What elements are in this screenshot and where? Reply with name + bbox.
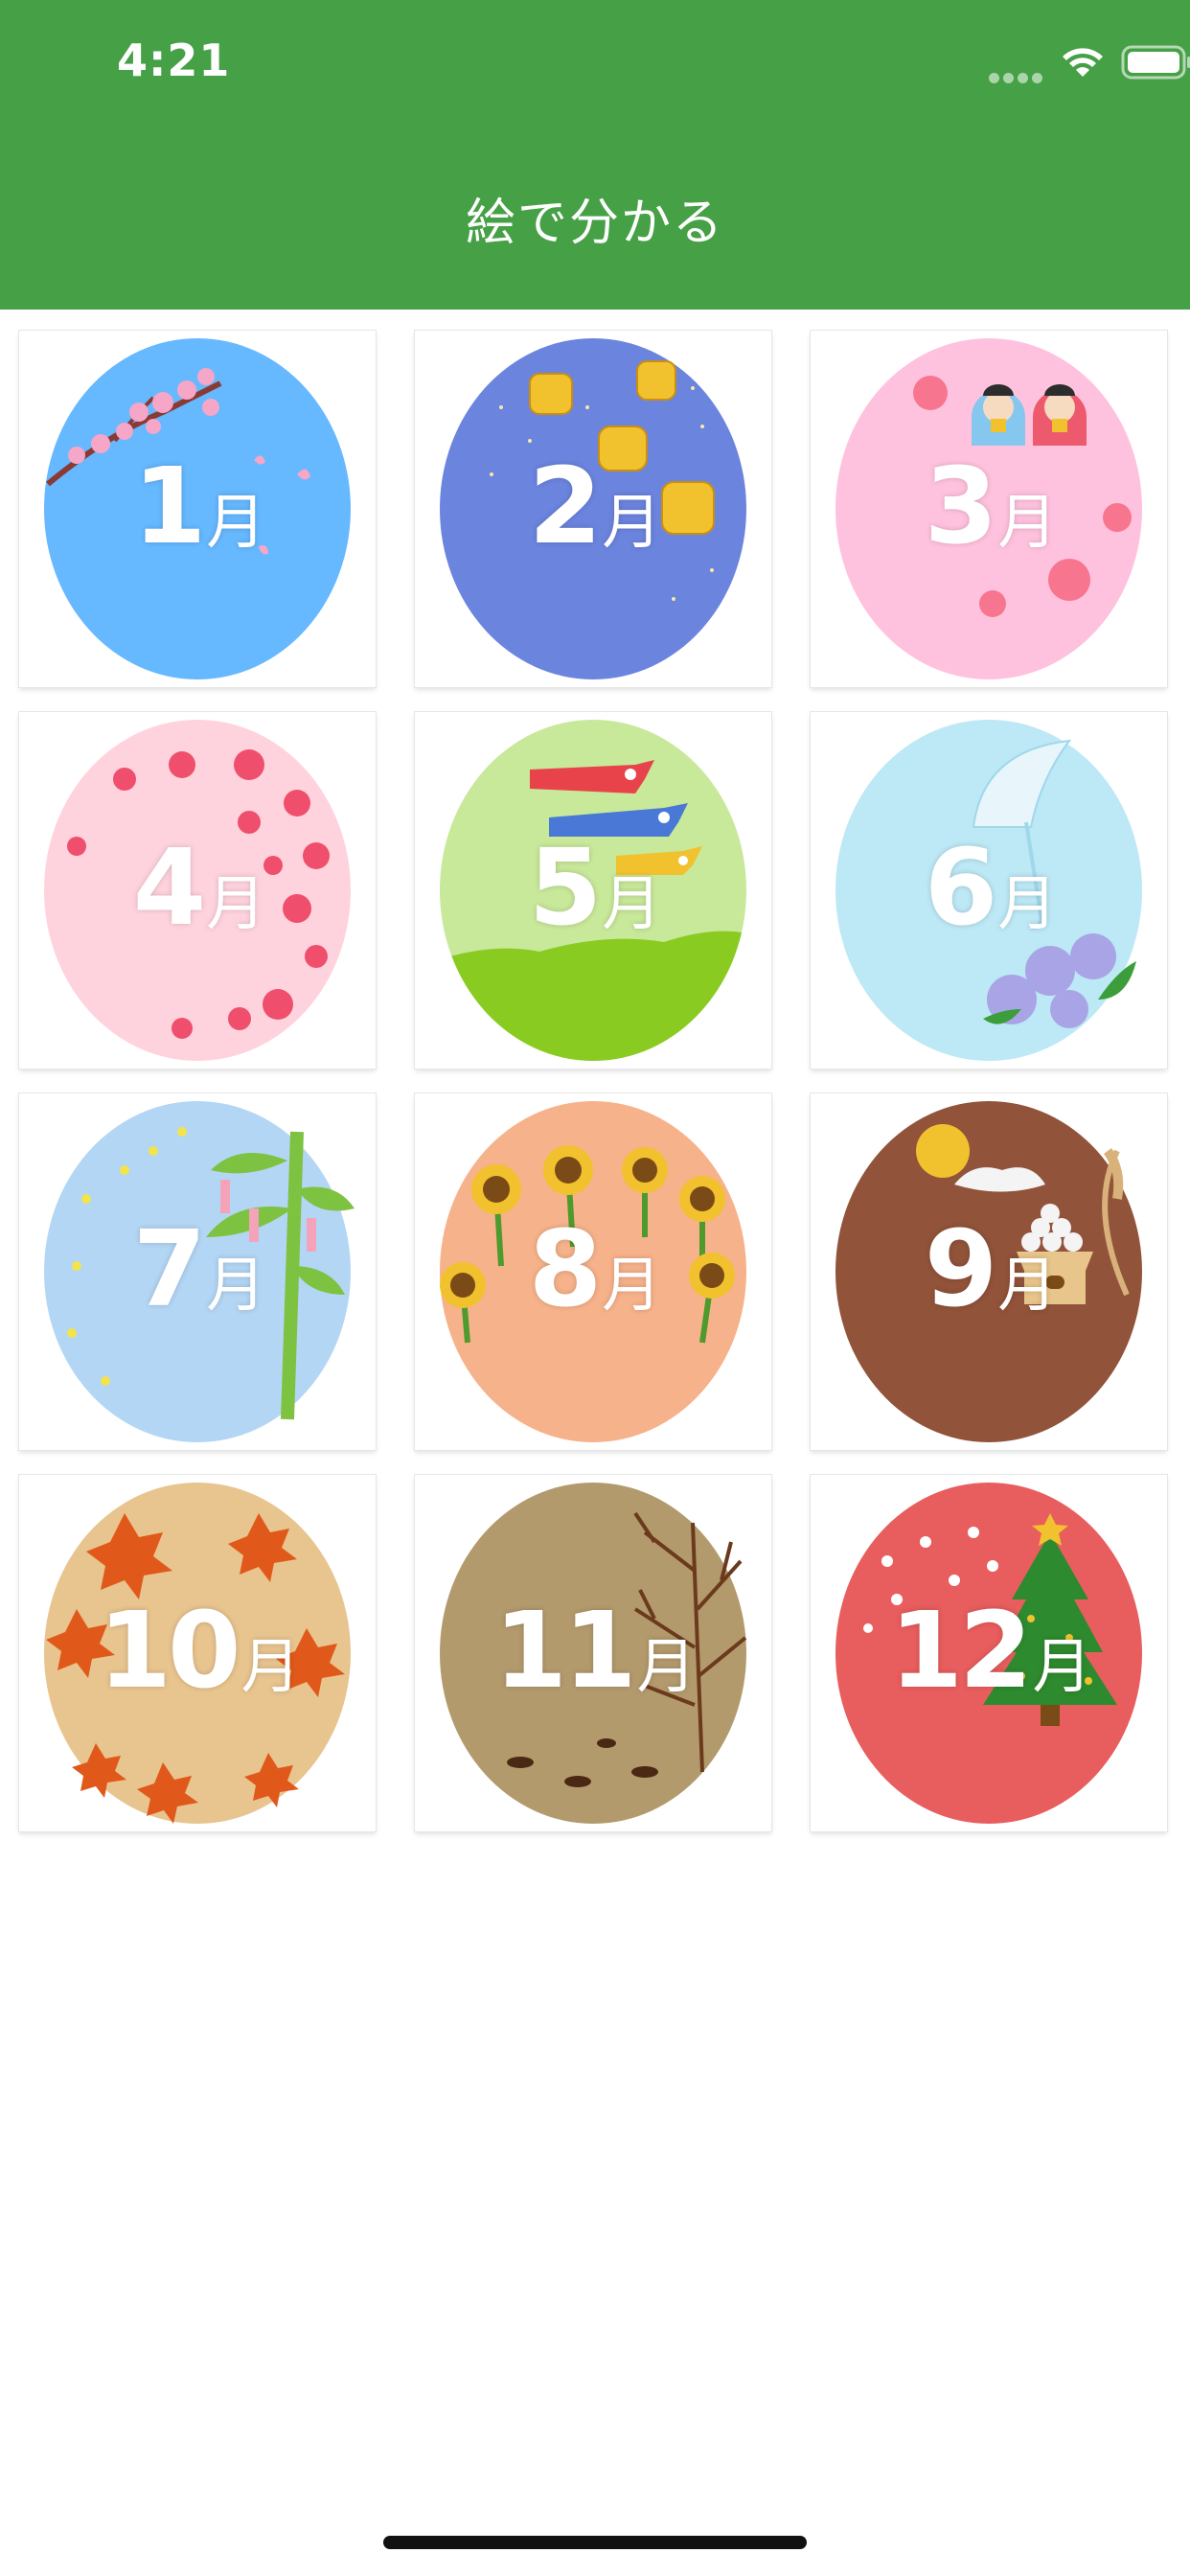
month-label: 4月 bbox=[132, 826, 266, 949]
month-label: 1月 bbox=[132, 445, 266, 567]
month-tile-11[interactable]: 11月 bbox=[415, 1475, 771, 1831]
month-label: 5月 bbox=[528, 826, 662, 949]
month-label: 12月 bbox=[889, 1589, 1091, 1712]
month-grid: 1月 2月 3月 4月 5月 6月 7月 8月 9月 10月 11月 12月 bbox=[19, 331, 1167, 1831]
month-tile-1[interactable]: 1月 bbox=[19, 331, 376, 687]
month-tile-12[interactable]: 12月 bbox=[811, 1475, 1167, 1831]
month-label: 9月 bbox=[924, 1208, 1058, 1330]
month-tile-4[interactable]: 4月 bbox=[19, 712, 376, 1069]
month-tile-7[interactable]: 7月 bbox=[19, 1093, 376, 1450]
month-tile-8[interactable]: 8月 bbox=[415, 1093, 771, 1450]
month-label: 2月 bbox=[528, 445, 662, 567]
month-label: 10月 bbox=[98, 1589, 300, 1712]
month-label: 7月 bbox=[132, 1208, 266, 1330]
wifi-icon bbox=[1063, 48, 1103, 77]
app-header: 4:21 絵で分かる bbox=[0, 0, 1190, 310]
status-time: 4:21 bbox=[117, 34, 231, 86]
month-tile-5[interactable]: 5月 bbox=[415, 712, 771, 1069]
signal-icon bbox=[989, 73, 1042, 84]
month-label: 6月 bbox=[924, 826, 1058, 949]
month-label: 11月 bbox=[493, 1589, 696, 1712]
month-tile-10[interactable]: 10月 bbox=[19, 1475, 376, 1831]
month-label: 3月 bbox=[924, 445, 1058, 567]
month-tile-3[interactable]: 3月 bbox=[811, 331, 1167, 687]
home-indicator[interactable] bbox=[383, 2536, 807, 2549]
month-label: 8月 bbox=[528, 1208, 662, 1330]
month-tile-2[interactable]: 2月 bbox=[415, 331, 771, 687]
battery-icon bbox=[1121, 45, 1190, 80]
month-tile-6[interactable]: 6月 bbox=[811, 712, 1167, 1069]
month-tile-9[interactable]: 9月 bbox=[811, 1093, 1167, 1450]
page-title: 絵で分かる bbox=[465, 195, 724, 252]
